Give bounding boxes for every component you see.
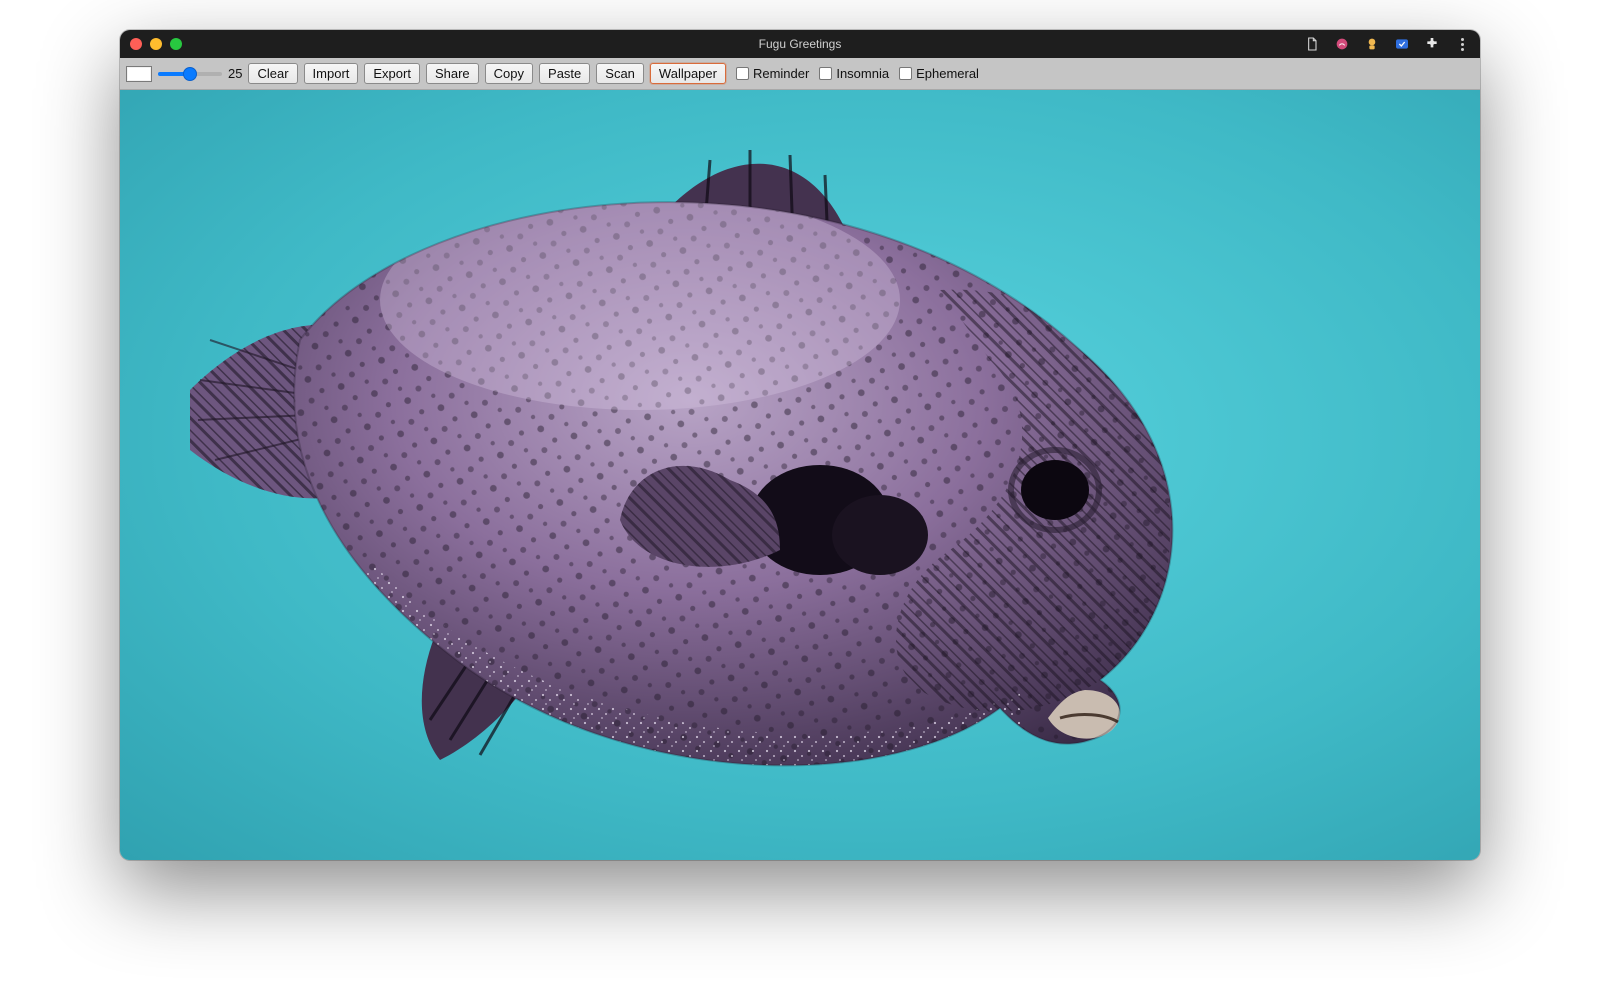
copy-button[interactable]: Copy bbox=[485, 63, 533, 84]
insomnia-label: Insomnia bbox=[836, 66, 889, 81]
import-button[interactable]: Import bbox=[304, 63, 359, 84]
toolbar: 25 Clear Import Export Share Copy Paste … bbox=[120, 58, 1480, 90]
clear-button[interactable]: Clear bbox=[248, 63, 297, 84]
insomnia-checkbox-wrap[interactable]: Insomnia bbox=[819, 66, 889, 81]
scan-button[interactable]: Scan bbox=[596, 63, 644, 84]
check-icon[interactable] bbox=[1394, 36, 1410, 52]
titlebar-right bbox=[1304, 36, 1470, 52]
ephemeral-checkbox[interactable] bbox=[899, 67, 912, 80]
minimize-window-button[interactable] bbox=[150, 38, 162, 50]
drawing-canvas[interactable] bbox=[120, 90, 1480, 860]
file-icon[interactable] bbox=[1304, 36, 1320, 52]
wallpaper-button[interactable]: Wallpaper bbox=[650, 63, 726, 84]
share-button[interactable]: Share bbox=[426, 63, 479, 84]
reminder-checkbox-wrap[interactable]: Reminder bbox=[736, 66, 809, 81]
brush-size-value: 25 bbox=[228, 66, 242, 81]
brush-size-slider[interactable] bbox=[158, 67, 222, 81]
extension-icon[interactable] bbox=[1424, 36, 1440, 52]
user-badge-icon[interactable] bbox=[1364, 36, 1380, 52]
insomnia-checkbox[interactable] bbox=[819, 67, 832, 80]
ephemeral-label: Ephemeral bbox=[916, 66, 979, 81]
window-controls bbox=[130, 38, 182, 50]
maximize-window-button[interactable] bbox=[170, 38, 182, 50]
app-window: Fugu Greetings 25 bbox=[120, 30, 1480, 860]
export-button[interactable]: Export bbox=[364, 63, 420, 84]
kebab-menu-icon[interactable] bbox=[1454, 36, 1470, 52]
color-swatch[interactable] bbox=[126, 66, 152, 82]
pufferfish-image bbox=[120, 90, 1480, 860]
paint-icon[interactable] bbox=[1334, 36, 1350, 52]
paste-button[interactable]: Paste bbox=[539, 63, 590, 84]
close-window-button[interactable] bbox=[130, 38, 142, 50]
reminder-label: Reminder bbox=[753, 66, 809, 81]
ephemeral-checkbox-wrap[interactable]: Ephemeral bbox=[899, 66, 979, 81]
titlebar: Fugu Greetings bbox=[120, 30, 1480, 58]
reminder-checkbox[interactable] bbox=[736, 67, 749, 80]
window-title: Fugu Greetings bbox=[120, 37, 1480, 51]
